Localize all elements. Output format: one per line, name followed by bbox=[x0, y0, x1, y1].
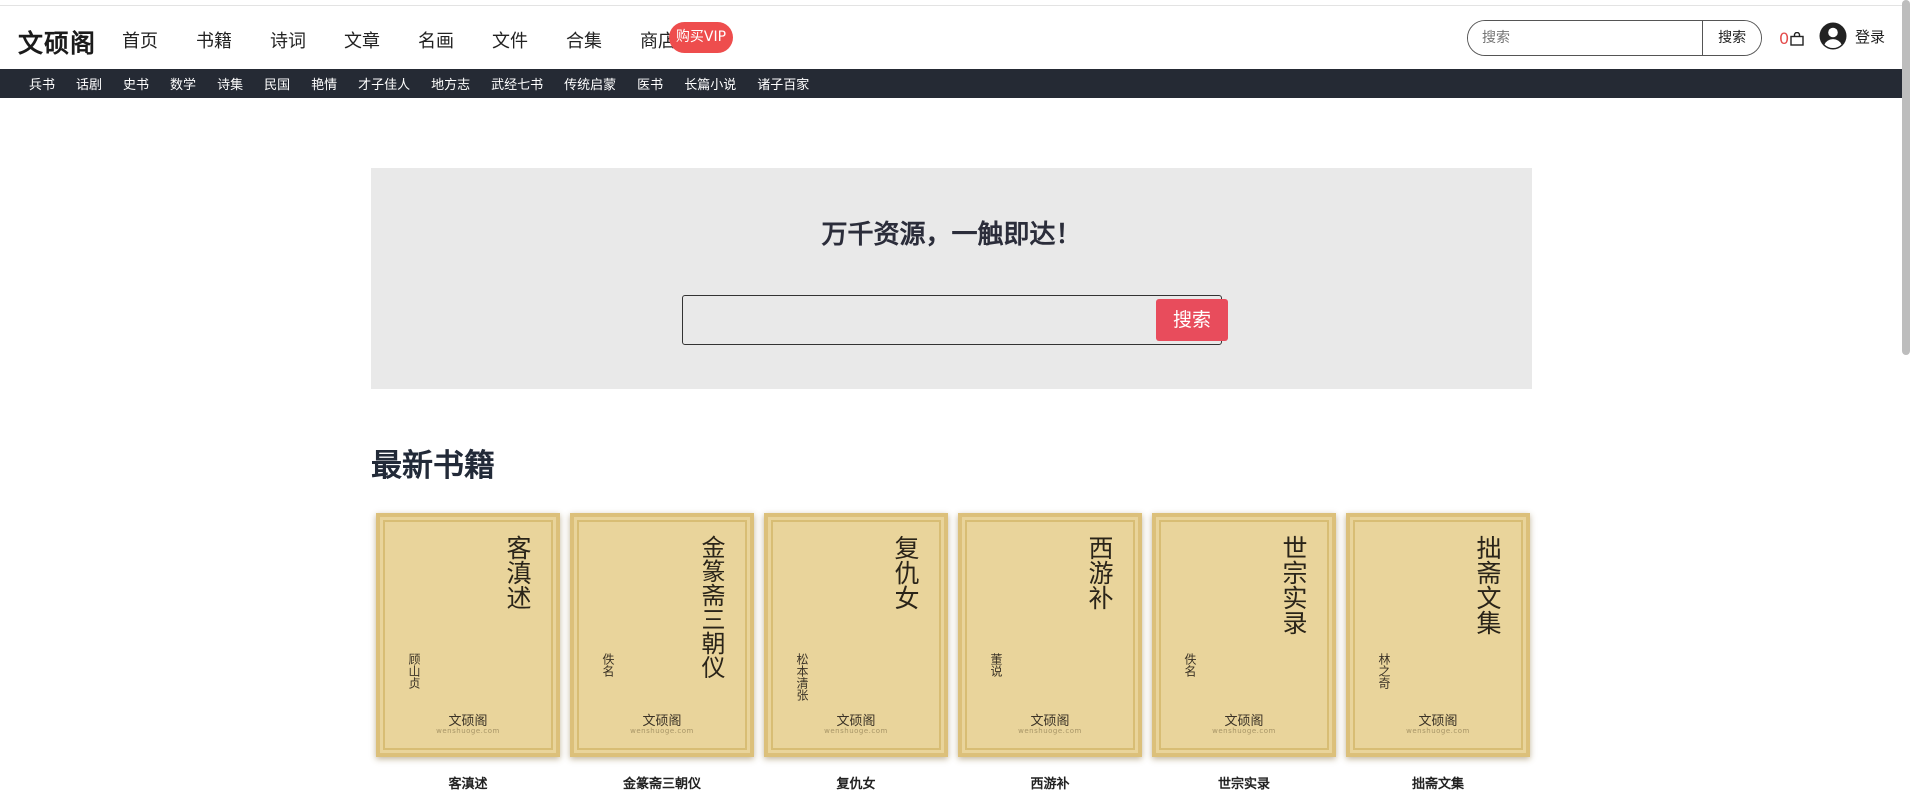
site-header: 文硕阁 首页 书籍 诗词 文章 名画 文件 合集 商店 购买VIP 搜索 0 登… bbox=[0, 6, 1910, 69]
nav-poetry[interactable]: 诗词 bbox=[270, 27, 306, 53]
hero-search-input[interactable] bbox=[683, 296, 1143, 342]
cover-title: 客滇述 bbox=[503, 535, 532, 610]
book-card[interactable]: 西游补 董说 文硕阁 wenshuoge.com 西游补 bbox=[958, 513, 1142, 792]
cover-domain: wenshuoge.com bbox=[1212, 727, 1276, 735]
category-traditional-primer[interactable]: 传统启蒙 bbox=[564, 74, 616, 93]
hero-search-box: 搜索 bbox=[682, 295, 1228, 345]
cover-author: 松本清张 bbox=[795, 653, 809, 701]
user-avatar-icon bbox=[1819, 22, 1847, 50]
book-card[interactable]: 世宗实录 佚名 文硕阁 wenshuoge.com 世宗实录 bbox=[1152, 513, 1336, 792]
category-drama[interactable]: 话剧 bbox=[76, 74, 102, 93]
book-title[interactable]: 金篆斋三朝仪 bbox=[570, 773, 754, 792]
login-label: 登录 bbox=[1855, 27, 1886, 46]
category-romance[interactable]: 艳情 bbox=[311, 74, 337, 93]
hero-search-panel: 万千资源，一触即达！ 搜索 bbox=[371, 168, 1532, 389]
login-button[interactable]: 登录 bbox=[1819, 22, 1885, 50]
book-cover[interactable]: 金篆斋三朝仪 佚名 文硕阁 wenshuoge.com bbox=[570, 513, 754, 757]
category-history[interactable]: 史书 bbox=[123, 74, 149, 93]
cover-author: 董说 bbox=[989, 653, 1003, 677]
category-republic[interactable]: 民国 bbox=[264, 74, 290, 93]
hero-title: 万千资源，一触即达！ bbox=[821, 220, 1082, 250]
header-search: 搜索 bbox=[1467, 20, 1762, 56]
cover-title: 复仇女 bbox=[891, 535, 920, 610]
cover-domain: wenshuoge.com bbox=[1018, 727, 1082, 735]
category-local-gazette[interactable]: 地方志 bbox=[431, 74, 470, 93]
cover-author: 林之奇 bbox=[1377, 653, 1391, 689]
category-math[interactable]: 数学 bbox=[170, 74, 196, 93]
nav-paintings[interactable]: 名画 bbox=[418, 27, 454, 53]
book-cover[interactable]: 客滇述 顾山贞 文硕阁 wenshuoge.com bbox=[376, 513, 560, 757]
hero-search-button[interactable]: 搜索 bbox=[1156, 299, 1228, 341]
book-cover[interactable]: 复仇女 松本清张 文硕阁 wenshuoge.com bbox=[764, 513, 948, 757]
cover-domain: wenshuoge.com bbox=[824, 727, 888, 735]
book-card[interactable]: 金篆斋三朝仪 佚名 文硕阁 wenshuoge.com 金篆斋三朝仪 bbox=[570, 513, 754, 792]
book-cover[interactable]: 西游补 董说 文硕阁 wenshuoge.com bbox=[958, 513, 1142, 757]
nav-books[interactable]: 书籍 bbox=[196, 27, 232, 53]
header-search-button[interactable]: 搜索 bbox=[1702, 21, 1761, 55]
nav-collections[interactable]: 合集 bbox=[566, 27, 602, 53]
category-medicine[interactable]: 医书 bbox=[637, 74, 663, 93]
cover-domain: wenshuoge.com bbox=[1406, 727, 1470, 735]
book-card[interactable]: 拙斋文集 林之奇 文硕阁 wenshuoge.com 拙斋文集 bbox=[1346, 513, 1530, 792]
category-bar: 兵书 话剧 史书 数学 诗集 民国 艳情 才子佳人 地方志 武经七书 传统启蒙 … bbox=[0, 69, 1910, 98]
category-novels[interactable]: 长篇小说 bbox=[684, 74, 736, 93]
nav-files[interactable]: 文件 bbox=[492, 27, 528, 53]
book-cover[interactable]: 世宗实录 佚名 文硕阁 wenshuoge.com bbox=[1152, 513, 1336, 757]
book-title[interactable]: 拙斋文集 bbox=[1346, 773, 1530, 792]
cart-button[interactable]: 0 bbox=[1779, 29, 1804, 48]
nav-articles[interactable]: 文章 bbox=[344, 27, 380, 53]
category-scholar-beauty[interactable]: 才子佳人 bbox=[358, 74, 410, 93]
cover-title: 世宗实录 bbox=[1279, 535, 1308, 635]
book-cover[interactable]: 拙斋文集 林之奇 文硕阁 wenshuoge.com bbox=[1346, 513, 1530, 757]
book-card[interactable]: 客滇述 顾山贞 文硕阁 wenshuoge.com 客滇述 bbox=[376, 513, 560, 792]
cart-count: 0 bbox=[1779, 29, 1790, 48]
cover-author: 佚名 bbox=[601, 653, 615, 677]
cover-title: 西游补 bbox=[1085, 535, 1114, 610]
cover-author: 佚名 bbox=[1183, 653, 1197, 677]
header-search-input[interactable] bbox=[1468, 21, 1703, 55]
category-poetry[interactable]: 诗集 bbox=[217, 74, 243, 93]
cover-title: 金篆斋三朝仪 bbox=[697, 535, 725, 679]
book-card[interactable]: 复仇女 松本清张 文硕阁 wenshuoge.com 复仇女 bbox=[764, 513, 948, 792]
buy-vip-button[interactable]: 购买VIP bbox=[669, 22, 733, 53]
book-title[interactable]: 世宗实录 bbox=[1152, 773, 1336, 792]
latest-books-heading: 最新书籍 bbox=[371, 448, 495, 484]
cover-author: 顾山贞 bbox=[407, 653, 421, 689]
main-nav: 首页 书籍 诗词 文章 名画 文件 合集 商店 bbox=[122, 27, 714, 53]
book-title[interactable]: 客滇述 bbox=[376, 773, 560, 792]
cover-domain: wenshuoge.com bbox=[630, 727, 694, 735]
book-title[interactable]: 复仇女 bbox=[764, 773, 948, 792]
category-hundred-schools[interactable]: 诸子百家 bbox=[757, 74, 809, 93]
shopping-bag-icon bbox=[1790, 31, 1804, 46]
category-military[interactable]: 兵书 bbox=[29, 74, 55, 93]
site-logo[interactable]: 文硕阁 bbox=[18, 24, 96, 60]
page-scrollbar[interactable] bbox=[1902, 0, 1910, 355]
category-seven-military-classics[interactable]: 武经七书 bbox=[491, 74, 543, 93]
book-title[interactable]: 西游补 bbox=[958, 773, 1142, 792]
cover-title: 拙斋文集 bbox=[1473, 535, 1502, 635]
cover-domain: wenshuoge.com bbox=[436, 727, 500, 735]
nav-home[interactable]: 首页 bbox=[122, 27, 158, 53]
